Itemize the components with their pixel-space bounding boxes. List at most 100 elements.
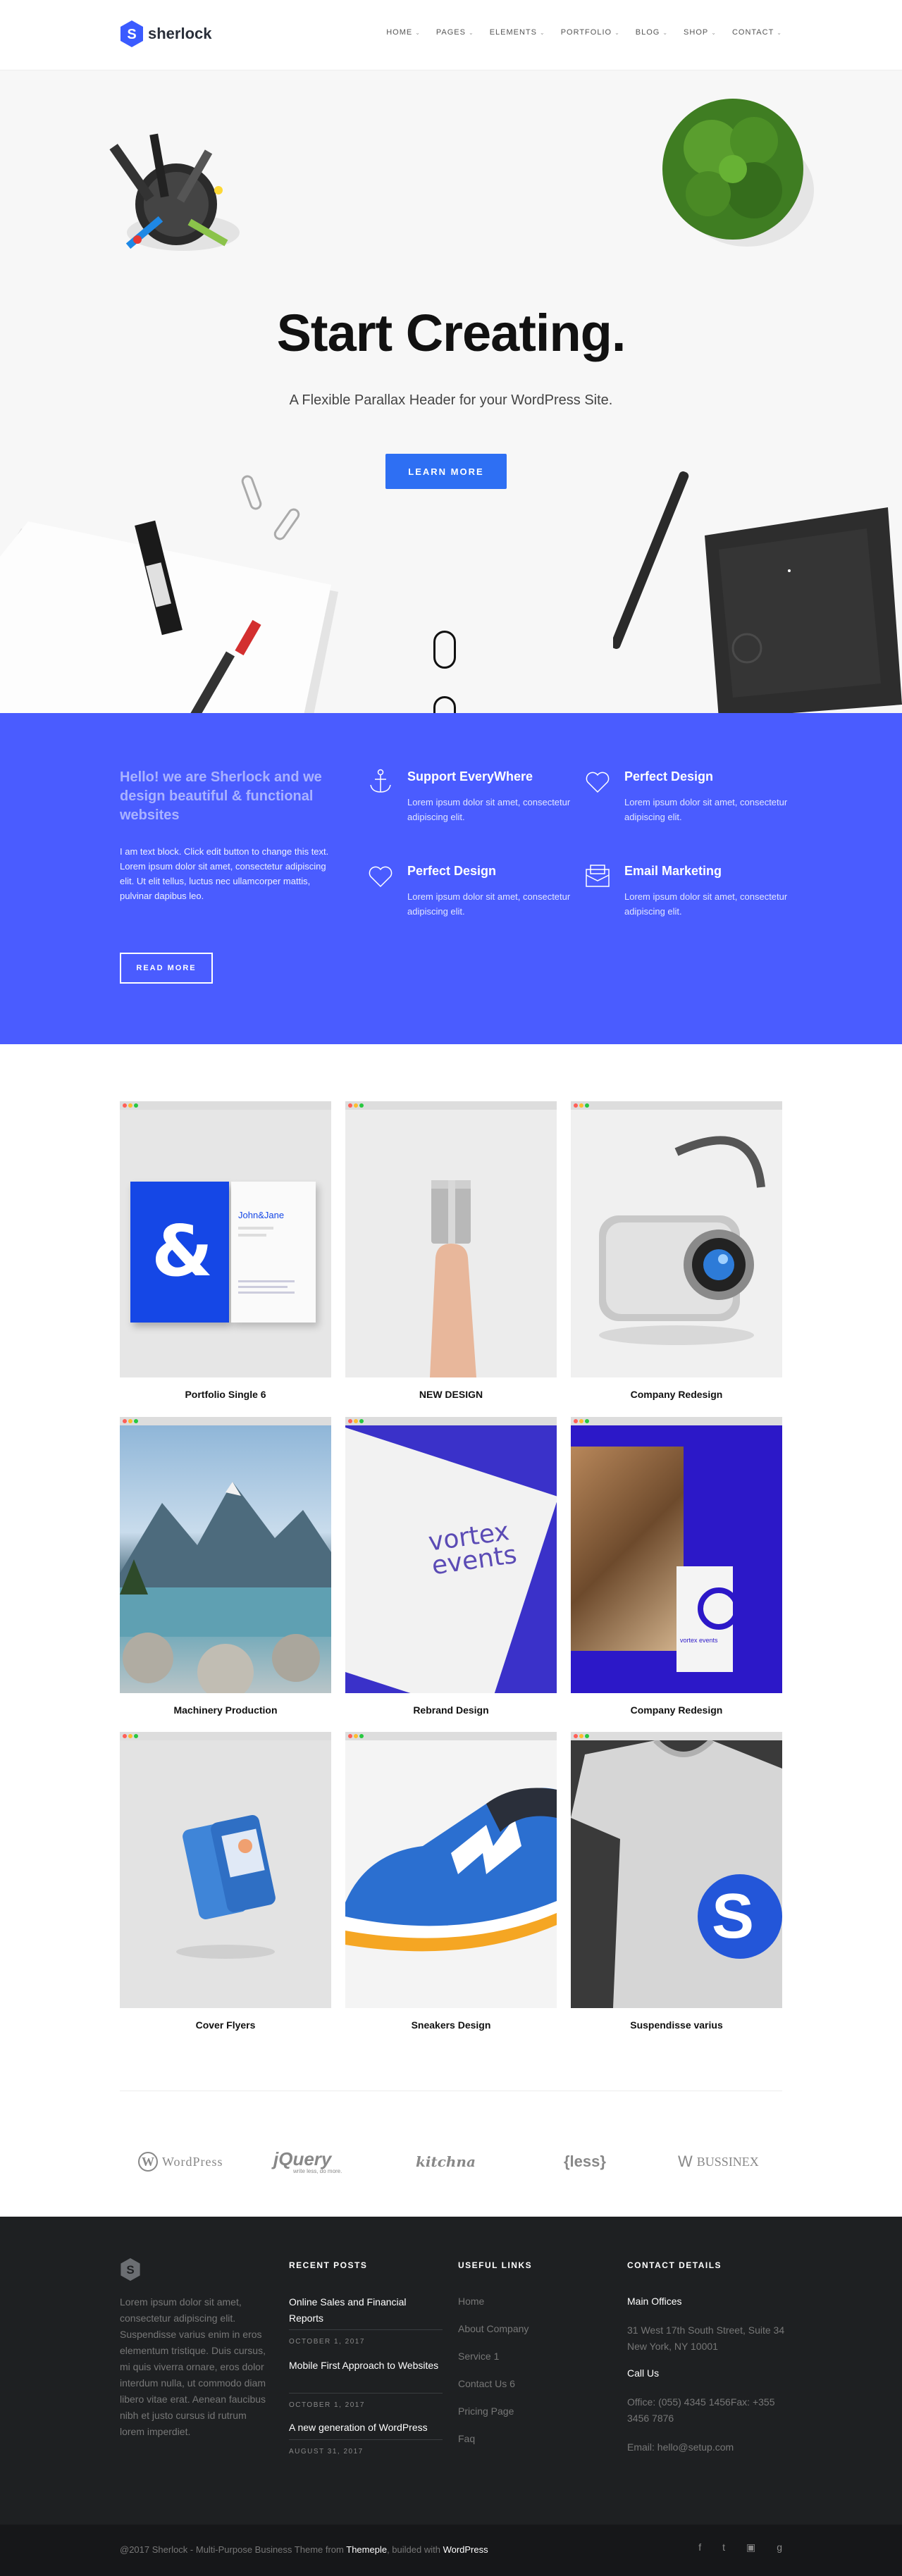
dot-icon bbox=[128, 1103, 132, 1108]
feature-title: Support EveryWhere bbox=[407, 769, 533, 784]
plant-illustration bbox=[662, 99, 814, 247]
recent-post-link[interactable]: Online Sales and Financial Reports bbox=[289, 2294, 443, 2327]
footer-link-about[interactable]: About Company bbox=[458, 2323, 529, 2334]
hero-subtitle: A Flexible Parallax Header for your Word… bbox=[289, 392, 613, 408]
tshirt-illustration: S bbox=[571, 1740, 782, 2008]
window-bar bbox=[120, 1732, 331, 1740]
nav-label: PORTFOLIO bbox=[560, 28, 612, 37]
portfolio-card[interactable]: Company Redesign bbox=[571, 1101, 782, 1400]
dot-icon bbox=[128, 1419, 132, 1423]
window-bar bbox=[120, 1417, 331, 1425]
portfolio-title[interactable]: NEW DESIGN bbox=[345, 1389, 557, 1400]
portfolio-image bbox=[120, 1425, 331, 1693]
nav-blog[interactable]: BLOG ⌄ bbox=[636, 28, 668, 37]
poster-ring bbox=[698, 1587, 740, 1630]
client-name: BUSSINEX bbox=[696, 2154, 759, 2169]
dot-icon bbox=[359, 1103, 364, 1108]
nav-pages[interactable]: PAGES ⌄ bbox=[436, 28, 474, 37]
portfolio-title[interactable]: Cover Flyers bbox=[120, 2019, 331, 2031]
dot-icon bbox=[579, 1734, 583, 1738]
portfolio-title[interactable]: Portfolio Single 6 bbox=[120, 1389, 331, 1400]
nav-elements[interactable]: ELEMENTS ⌄ bbox=[490, 28, 545, 37]
site-logo[interactable]: S sherlock bbox=[120, 20, 212, 48]
portfolio-card[interactable]: & John&Jane Portfolio Single 6 bbox=[120, 1101, 331, 1400]
nav-label: SHOP bbox=[684, 28, 709, 37]
footer-link-service[interactable]: Service 1 bbox=[458, 2351, 499, 2362]
client-logo-kitchna[interactable]: kitchna bbox=[416, 2148, 476, 2176]
portfolio-title[interactable]: Rebrand Design bbox=[345, 1704, 557, 1716]
anchor-icon bbox=[370, 769, 391, 793]
scroll-indicator[interactable] bbox=[433, 696, 456, 713]
dot-icon bbox=[574, 1419, 578, 1423]
client-logo-less[interactable]: {less} bbox=[564, 2148, 606, 2176]
portfolio-image bbox=[345, 1110, 557, 1377]
portfolio-title[interactable]: Suspendisse varius bbox=[571, 2019, 782, 2031]
dot-icon bbox=[585, 1419, 589, 1423]
twitter-icon[interactable]: t bbox=[722, 2541, 725, 2553]
card-name: John&Jane bbox=[238, 1210, 285, 1220]
dot-icon bbox=[579, 1103, 583, 1108]
envelope-icon bbox=[586, 865, 610, 887]
portfolio-image: & John&Jane bbox=[120, 1110, 331, 1377]
footer-link-faq[interactable]: Faq bbox=[458, 2433, 475, 2444]
feature-text: Lorem ipsum dolor sit amet, consectetur … bbox=[407, 891, 571, 917]
portfolio-card[interactable]: Machinery Production bbox=[120, 1417, 331, 1716]
scroll-indicator[interactable] bbox=[433, 631, 456, 669]
facebook-icon[interactable]: f bbox=[698, 2541, 701, 2553]
svg-text:S: S bbox=[712, 1881, 754, 1952]
portfolio-image: S bbox=[571, 1740, 782, 2008]
features-section: Hello! we are Sherlock and we design bea… bbox=[0, 713, 902, 1044]
client-logo-jquery[interactable]: jQuery write less, do more. bbox=[273, 2148, 342, 2176]
chevron-down-icon: ⌄ bbox=[539, 29, 545, 36]
chevron-down-icon: ⌄ bbox=[662, 29, 669, 36]
portfolio-title[interactable]: Machinery Production bbox=[120, 1704, 331, 1716]
post-date: OCTOBER 1, 2017 bbox=[289, 2401, 365, 2409]
google-plus-icon[interactable]: g bbox=[777, 2541, 782, 2553]
learn-more-button[interactable]: LEARN MORE bbox=[385, 454, 507, 489]
nav-label: PAGES bbox=[435, 28, 466, 37]
nav-label: BLOG bbox=[635, 28, 660, 37]
footer-link-home[interactable]: Home bbox=[458, 2296, 484, 2307]
portfolio-card[interactable]: vortex events Company Redesign bbox=[571, 1417, 782, 1716]
footer-link-pricing[interactable]: Pricing Page bbox=[458, 2405, 514, 2417]
nav-portfolio[interactable]: PORTFOLIO ⌄ bbox=[561, 28, 620, 37]
poster-text: vortex events bbox=[680, 1637, 718, 1644]
site-footer: S Lorem ipsum dolor sit amet, consectetu… bbox=[0, 2217, 902, 2525]
nav-shop[interactable]: SHOP ⌄ bbox=[684, 28, 717, 37]
dot-icon bbox=[585, 1103, 589, 1108]
nav-contact[interactable]: CONTACT ⌄ bbox=[732, 28, 782, 37]
portfolio-card[interactable]: NEW DESIGN bbox=[345, 1101, 557, 1400]
dot-icon bbox=[348, 1734, 352, 1738]
nav-home[interactable]: HOME ⌄ bbox=[386, 28, 421, 37]
client-name: jQuery bbox=[273, 2148, 332, 2169]
window-bar bbox=[345, 1732, 557, 1740]
feature-text: Lorem ipsum dolor sit amet, consectetur … bbox=[407, 797, 571, 822]
portfolio-title[interactable]: Company Redesign bbox=[571, 1389, 782, 1400]
client-logo-wordpress[interactable]: W WordPress bbox=[138, 2148, 223, 2176]
recent-post-link[interactable]: Mobile First Approach to Websites bbox=[289, 2358, 443, 2374]
contact-email[interactable]: Email: hello@setup.com bbox=[627, 2439, 789, 2456]
post-divider bbox=[289, 2393, 443, 2394]
read-more-button[interactable]: READ MORE bbox=[120, 953, 213, 984]
wordpress-link[interactable]: WordPress bbox=[443, 2544, 488, 2555]
post-date: AUGUST 31, 2017 bbox=[289, 2448, 364, 2456]
portfolio-card[interactable]: Cover Flyers bbox=[120, 1732, 331, 2031]
flickr-icon[interactable]: ▣ bbox=[746, 2541, 755, 2553]
recent-post-link[interactable]: A new generation of WordPress bbox=[289, 2420, 443, 2436]
bussinex-icon: W bbox=[678, 2153, 693, 2170]
chevron-down-icon: ⌄ bbox=[614, 29, 620, 36]
footer-link-contact[interactable]: Contact Us 6 bbox=[458, 2378, 515, 2389]
dot-icon bbox=[134, 1103, 138, 1108]
window-bar bbox=[571, 1417, 782, 1425]
dot-icon bbox=[348, 1419, 352, 1423]
dot-icon bbox=[574, 1103, 578, 1108]
portfolio-card[interactable]: Sneakers Design bbox=[345, 1732, 557, 2031]
client-logo-bussinex[interactable]: W BUSSINEX bbox=[678, 2148, 759, 2176]
portfolio-title[interactable]: Sneakers Design bbox=[345, 2019, 557, 2031]
portfolio-card[interactable]: S Suspendisse varius bbox=[571, 1732, 782, 2031]
themeple-link[interactable]: Themeple bbox=[346, 2544, 387, 2555]
portfolio-card[interactable]: vortex events Rebrand Design bbox=[345, 1417, 557, 1716]
window-bar bbox=[120, 1101, 331, 1110]
portfolio-title[interactable]: Company Redesign bbox=[571, 1704, 782, 1716]
main-offices-label: Main Offices bbox=[627, 2296, 682, 2307]
